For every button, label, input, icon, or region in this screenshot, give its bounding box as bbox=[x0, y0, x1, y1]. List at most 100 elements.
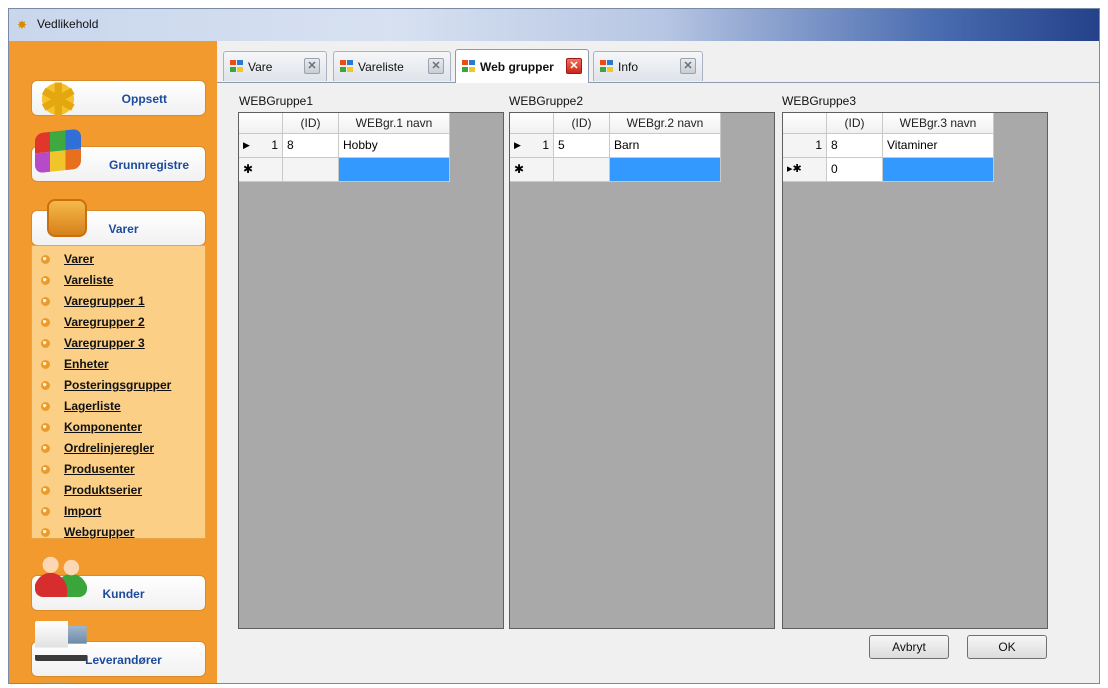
tab-vareliste[interactable]: Vareliste ✕ bbox=[333, 51, 451, 81]
name-cell[interactable]: Hobby bbox=[339, 134, 450, 158]
id-cell[interactable]: 8 bbox=[827, 134, 883, 158]
tab-label: Info bbox=[618, 60, 639, 74]
truck-icon bbox=[35, 621, 87, 661]
bullet-icon bbox=[41, 276, 50, 285]
tab-window-icon bbox=[600, 60, 613, 72]
webgruppe3-grid[interactable]: (ID) WEBgr.3 navn 1 8 Vitaminer ▸✱ 0 bbox=[782, 112, 1048, 629]
id-column-header[interactable]: (ID) bbox=[827, 113, 883, 134]
new-row-icon: ▸✱ bbox=[787, 163, 802, 175]
row-number: 1 bbox=[815, 138, 822, 152]
name-cell[interactable] bbox=[339, 158, 450, 182]
tab-info[interactable]: Info ✕ bbox=[593, 51, 703, 81]
main-content: Vare ✕ Vareliste ✕ Web grupper ✕ Info ✕ … bbox=[217, 41, 1099, 683]
menu-item-produsenter[interactable]: Produsenter bbox=[32, 462, 205, 478]
row-header[interactable]: 1 bbox=[783, 134, 827, 158]
menu-item-komponenter[interactable]: Komponenter bbox=[32, 420, 205, 436]
people-icon bbox=[35, 551, 87, 597]
id-cell[interactable]: 0 bbox=[827, 158, 883, 182]
grid2-title: WEBGruppe2 bbox=[509, 94, 584, 108]
tab-vare[interactable]: Vare ✕ bbox=[223, 51, 327, 81]
row-number: 1 bbox=[542, 138, 549, 152]
id-column-header[interactable]: (ID) bbox=[554, 113, 610, 134]
name-cell[interactable] bbox=[610, 158, 721, 182]
bullet-icon bbox=[41, 297, 50, 306]
menu-item-enheter[interactable]: Enheter bbox=[32, 357, 205, 373]
grid1-title: WEBGruppe1 bbox=[239, 94, 314, 108]
id-cell[interactable]: 5 bbox=[554, 134, 610, 158]
bullet-icon bbox=[41, 381, 50, 390]
name-column-header[interactable]: WEBgr.1 navn bbox=[339, 113, 450, 134]
box-icon bbox=[39, 681, 75, 683]
row-header[interactable]: ▶ 1 bbox=[239, 134, 283, 158]
tab-window-icon bbox=[340, 60, 353, 72]
close-icon[interactable]: ✕ bbox=[428, 58, 444, 74]
current-row-icon: ▶ bbox=[514, 140, 521, 150]
corner-header bbox=[510, 113, 554, 134]
bullet-icon bbox=[41, 423, 50, 432]
new-row-icon: ✱ bbox=[243, 162, 254, 176]
bullet-icon bbox=[41, 528, 50, 537]
menu-item-varegrupper-2[interactable]: Varegrupper 2 bbox=[32, 315, 205, 331]
grid3-title: WEBGruppe3 bbox=[782, 94, 857, 108]
ok-button[interactable]: OK bbox=[967, 635, 1047, 659]
row-header[interactable]: ✱ bbox=[510, 158, 554, 182]
bullet-icon bbox=[41, 486, 50, 495]
sidebar: Oppsett Grunnregistre Varer Varer Vareli… bbox=[9, 41, 217, 683]
new-row-icon: ✱ bbox=[514, 162, 525, 176]
menu-item-lagerliste[interactable]: Lagerliste bbox=[32, 399, 205, 415]
menu-item-varer[interactable]: Varer bbox=[32, 252, 205, 268]
name-column-header[interactable]: WEBgr.2 navn bbox=[610, 113, 721, 134]
close-icon[interactable]: ✕ bbox=[304, 58, 320, 74]
menu-item-varegrupper-3[interactable]: Varegrupper 3 bbox=[32, 336, 205, 352]
id-cell[interactable]: 8 bbox=[283, 134, 339, 158]
tab-window-icon bbox=[230, 60, 243, 72]
menu-item-import[interactable]: Import bbox=[32, 504, 205, 520]
gear-icon bbox=[35, 73, 81, 127]
id-column-header[interactable]: (ID) bbox=[283, 113, 339, 134]
corner-header bbox=[783, 113, 827, 134]
name-column-header[interactable]: WEBgr.3 navn bbox=[883, 113, 994, 134]
menu-item-posteringsgrupper[interactable]: Posteringsgrupper bbox=[32, 378, 205, 394]
menu-item-ordrelinjeregler[interactable]: Ordrelinjeregler bbox=[32, 441, 205, 457]
current-row-icon: ▶ bbox=[243, 140, 250, 150]
title-bar: ✸ Vedlikehold bbox=[9, 9, 1099, 41]
id-cell[interactable] bbox=[283, 158, 339, 182]
bullet-icon bbox=[41, 255, 50, 264]
tab-label: Vare bbox=[248, 60, 273, 74]
bullet-icon bbox=[41, 360, 50, 369]
webgruppe1-grid[interactable]: (ID) WEBgr.1 navn ▶ 1 8 Hobby ✱ bbox=[238, 112, 504, 629]
tab-bar: Vare ✕ Vareliste ✕ Web grupper ✕ Info ✕ bbox=[217, 41, 1099, 83]
cancel-button[interactable]: Avbryt bbox=[869, 635, 949, 659]
row-number: 1 bbox=[271, 138, 278, 152]
name-cell[interactable] bbox=[883, 158, 994, 182]
bullet-icon bbox=[41, 465, 50, 474]
tab-label: Web grupper bbox=[480, 60, 554, 74]
app-window: ✸ Vedlikehold Oppsett Grunnregistre Vare… bbox=[8, 8, 1100, 684]
tab-label: Vareliste bbox=[358, 60, 404, 74]
row-header[interactable]: ▶ 1 bbox=[510, 134, 554, 158]
id-cell[interactable] bbox=[554, 158, 610, 182]
name-cell[interactable]: Barn bbox=[610, 134, 721, 158]
window-title: Vedlikehold bbox=[37, 17, 99, 31]
bullet-icon bbox=[41, 507, 50, 516]
bullet-icon bbox=[41, 402, 50, 411]
tab-window-icon bbox=[462, 60, 475, 72]
app-icon: ✸ bbox=[17, 18, 28, 32]
bullet-icon bbox=[41, 444, 50, 453]
close-icon[interactable]: ✕ bbox=[566, 58, 582, 74]
boxes-icon bbox=[47, 199, 87, 237]
bullet-icon bbox=[41, 318, 50, 327]
tab-web-grupper[interactable]: Web grupper ✕ bbox=[455, 49, 589, 83]
blocks-icon bbox=[35, 128, 81, 174]
row-header[interactable]: ✱ bbox=[239, 158, 283, 182]
menu-item-vareliste[interactable]: Vareliste bbox=[32, 273, 205, 289]
menu-item-webgrupper[interactable]: Webgrupper bbox=[32, 525, 205, 541]
bullet-icon bbox=[41, 339, 50, 348]
row-header[interactable]: ▸✱ bbox=[783, 158, 827, 182]
close-icon[interactable]: ✕ bbox=[680, 58, 696, 74]
menu-item-produktserier[interactable]: Produktserier bbox=[32, 483, 205, 499]
corner-header bbox=[239, 113, 283, 134]
name-cell[interactable]: Vitaminer bbox=[883, 134, 994, 158]
webgruppe2-grid[interactable]: (ID) WEBgr.2 navn ▶ 1 5 Barn ✱ bbox=[509, 112, 775, 629]
menu-item-varegrupper-1[interactable]: Varegrupper 1 bbox=[32, 294, 205, 310]
